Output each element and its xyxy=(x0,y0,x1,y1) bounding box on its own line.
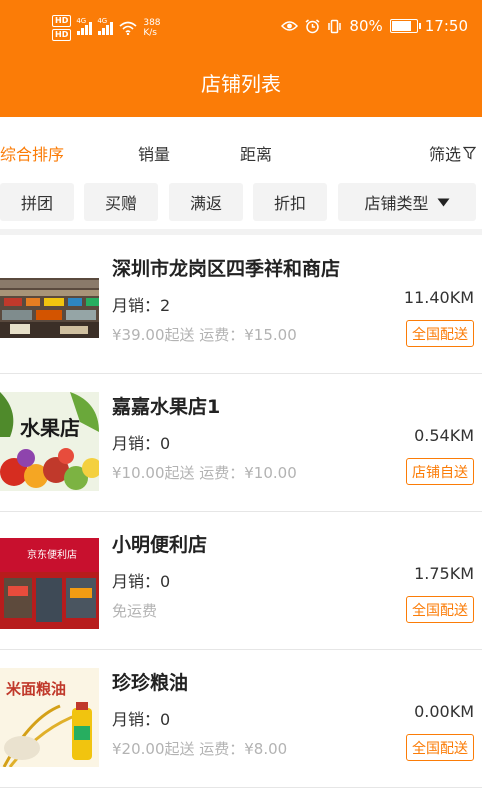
store-name: 小明便利店 xyxy=(112,534,208,556)
tag-buy-gift[interactable]: 买赠 xyxy=(84,183,158,221)
store-thumbnail xyxy=(0,254,99,353)
delivery-type-badge: 店铺自送 xyxy=(406,458,474,485)
wifi-icon xyxy=(119,21,137,35)
hd-indicators: HD HD xyxy=(52,15,72,41)
store-thumbnail: 京东便利店 xyxy=(0,530,99,629)
store-distance: 0.00KM xyxy=(414,702,474,721)
funnel-icon xyxy=(463,146,476,160)
section-divider xyxy=(0,229,482,235)
store-monthly-sales: 月销：0 xyxy=(112,572,171,591)
store-name: 深圳市龙岗区四季祥和商店 xyxy=(112,258,341,280)
store-item[interactable]: 京东便利店 小明便利店 月销：0 1.75KM 免运费 全国配送 xyxy=(0,512,482,650)
store-name: 嘉嘉水果店1 xyxy=(112,396,221,418)
delivery-type-badge: 全国配送 xyxy=(406,734,474,761)
page-title: 店铺列表 xyxy=(201,72,281,96)
thumb-sign-text: 水果店 xyxy=(20,416,80,440)
clock-time: 17:50 xyxy=(424,17,468,35)
hd-badge-2: HD xyxy=(52,29,72,41)
thumb-sign-text: 京东便利店 xyxy=(27,548,77,561)
store-monthly-sales: 月销：0 xyxy=(112,434,171,453)
store-delivery-fee: 免运费 xyxy=(112,602,158,620)
battery-percent: 80% xyxy=(349,17,383,35)
store-thumbnail: 米面粮油 xyxy=(0,668,99,767)
store-item[interactable]: 深圳市龙岗区四季祥和商店 月销：2 11.40KM ¥39.00起送 运费：¥1… xyxy=(0,236,482,374)
hd-badge-1: HD xyxy=(52,15,72,27)
status-right: 80% 17:50 xyxy=(281,17,468,35)
signal-icon-1: 4G xyxy=(76,17,93,35)
sort-sales[interactable]: 销量 xyxy=(138,141,170,165)
store-monthly-sales: 月销：2 xyxy=(112,296,171,315)
status-bar: HD HD 4G 4G 388 K/s 80% 17:50 xyxy=(0,0,482,50)
tag-filter-row: 拼团 买赠 满返 折扣 店铺类型 xyxy=(0,183,482,223)
store-delivery-fee: ¥39.00起送 运费：¥15.00 xyxy=(112,326,297,344)
store-distance: 1.75KM xyxy=(414,564,474,583)
sort-bar: 综合排序 销量 距离 筛选 xyxy=(0,130,482,170)
filter-label: 筛选 xyxy=(428,145,461,164)
eye-icon xyxy=(281,21,299,31)
battery-icon xyxy=(389,19,421,33)
status-left: HD HD 4G 4G 388 K/s xyxy=(52,13,161,43)
tag-group-buy[interactable]: 拼团 xyxy=(0,183,74,221)
store-item[interactable]: 米面粮油 珍珍粮油 月销：0 0.00KM ¥20.00起送 运费：¥8.00 … xyxy=(0,650,482,788)
tag-store-type-dropdown[interactable]: 店铺类型 xyxy=(338,183,476,221)
store-delivery-fee: ¥10.00起送 运费：¥10.00 xyxy=(112,464,297,482)
network-speed: 388 K/s xyxy=(143,18,161,38)
tag-discount[interactable]: 折扣 xyxy=(253,183,327,221)
store-item[interactable]: 水果店 嘉嘉水果店1 月销：0 0.54KM ¥10.00起送 运费：¥10.0… xyxy=(0,374,482,512)
vibrate-icon xyxy=(328,19,342,33)
signal-icon-2: 4G xyxy=(97,17,114,35)
store-monthly-sales: 月销：0 xyxy=(112,710,171,729)
sort-comprehensive[interactable]: 综合排序 xyxy=(0,141,64,165)
delivery-type-badge: 全国配送 xyxy=(406,320,474,347)
filter-button[interactable]: 筛选 xyxy=(429,141,476,165)
sort-distance[interactable]: 距离 xyxy=(240,141,272,165)
thumb-sign-text: 米面粮油 xyxy=(6,680,66,698)
store-thumbnail: 水果店 xyxy=(0,392,99,491)
delivery-type-badge: 全国配送 xyxy=(406,596,474,623)
app-header: HD HD 4G 4G 388 K/s 80% 17:50 店铺列表 xyxy=(0,0,482,117)
tag-full-return[interactable]: 满返 xyxy=(169,183,243,221)
store-delivery-fee: ¥20.00起送 运费：¥8.00 xyxy=(112,740,288,758)
store-distance: 11.40KM xyxy=(403,288,474,307)
store-distance: 0.54KM xyxy=(414,426,474,445)
caret-down-icon xyxy=(437,198,449,206)
store-name: 珍珍粮油 xyxy=(112,672,189,694)
alarm-icon xyxy=(305,18,320,33)
